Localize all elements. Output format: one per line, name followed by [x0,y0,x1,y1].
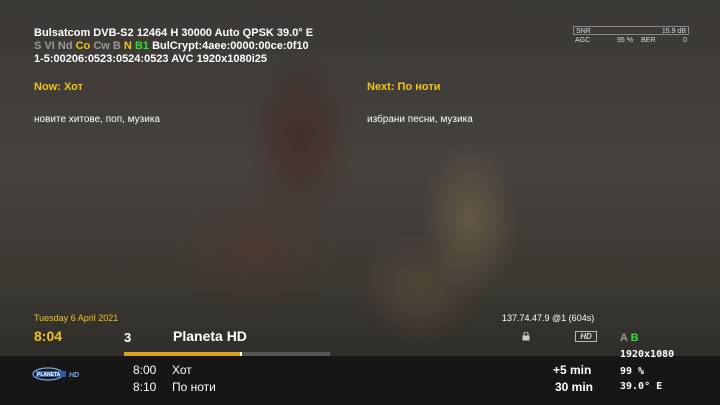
epg-next-description: избрани песни, музика [367,114,473,125]
audio-tracks: A B [620,332,639,344]
lock-icon [522,332,530,341]
channel-logo: PLANETA HD [32,367,79,381]
tuner-info-line2: S VI Nd Co Cw B N B1 BulCrypt:4aee:0000:… [34,40,309,52]
flag-v: V [44,40,52,52]
ber-value: 0 [683,37,687,44]
flag-n: N [123,40,132,52]
audio-track-b: B [630,332,639,344]
tuner-info-line1: Bulsatcom DVB-S2 12464 H 30000 Auto QPSK… [34,27,314,39]
agc-ber-row: AGC 95 % BER 0 [573,36,689,45]
flag-nd: Nd [57,40,73,52]
hd-badge: HD [575,331,597,342]
event-1-duration: +5 min [553,363,592,377]
snr-label: SNR [576,28,591,35]
flag-b: B [112,40,121,52]
flag-b1: B1 [134,40,149,52]
date-label: Tuesday 6 April 2021 [34,313,119,323]
signal-panel: SNR 15.9 dB AGC 95 % BER 0 [573,26,689,46]
event-2-title: По ноти [172,380,216,394]
clock: 8:04 [34,328,63,344]
flag-co: Co [75,40,91,52]
epg-next-title: Next: По ноти [367,81,441,93]
flag-i: I [51,40,55,52]
bottom-panel [0,356,720,405]
event-2-duration: 30 min [555,380,594,394]
snr-row: SNR 15.9 dB [573,26,689,35]
snr-value: 15.9 dB [661,28,686,35]
svg-text:HD: HD [69,372,79,379]
crypt-info: BulCrypt:4aee:0000:00ce:0f10 [152,40,309,52]
epg-now-description: новите хитове, поп, музика [34,114,160,125]
flag-cw: Cw [93,40,110,52]
ber-label: BER [641,37,656,44]
agc-value: 95 % [617,37,633,44]
flag-s: S [34,40,42,52]
signal-quality: 99 % [620,366,645,377]
orbital-position: 39.0° E [620,381,663,392]
event-1-time: 8:00 [133,363,157,377]
event-2-time: 8:10 [133,380,157,394]
resolution: 1920x1080 [620,349,675,360]
ip-label: 137.74.47.9 @1 (604s) [502,313,595,323]
agc-label: AGC [575,37,591,44]
channel-number: 3 [124,330,132,345]
audio-track-a: A [620,332,628,344]
channel-name: Planeta HD [173,328,247,344]
tuner-info-line3: 1-5:00206:0523:0524:0523 AVC 1920x1080i2… [34,53,268,65]
event-1-title: Хот [172,363,192,377]
epg-now-title: Now: Хот [34,81,83,93]
svg-text:PLANETA: PLANETA [37,372,61,378]
